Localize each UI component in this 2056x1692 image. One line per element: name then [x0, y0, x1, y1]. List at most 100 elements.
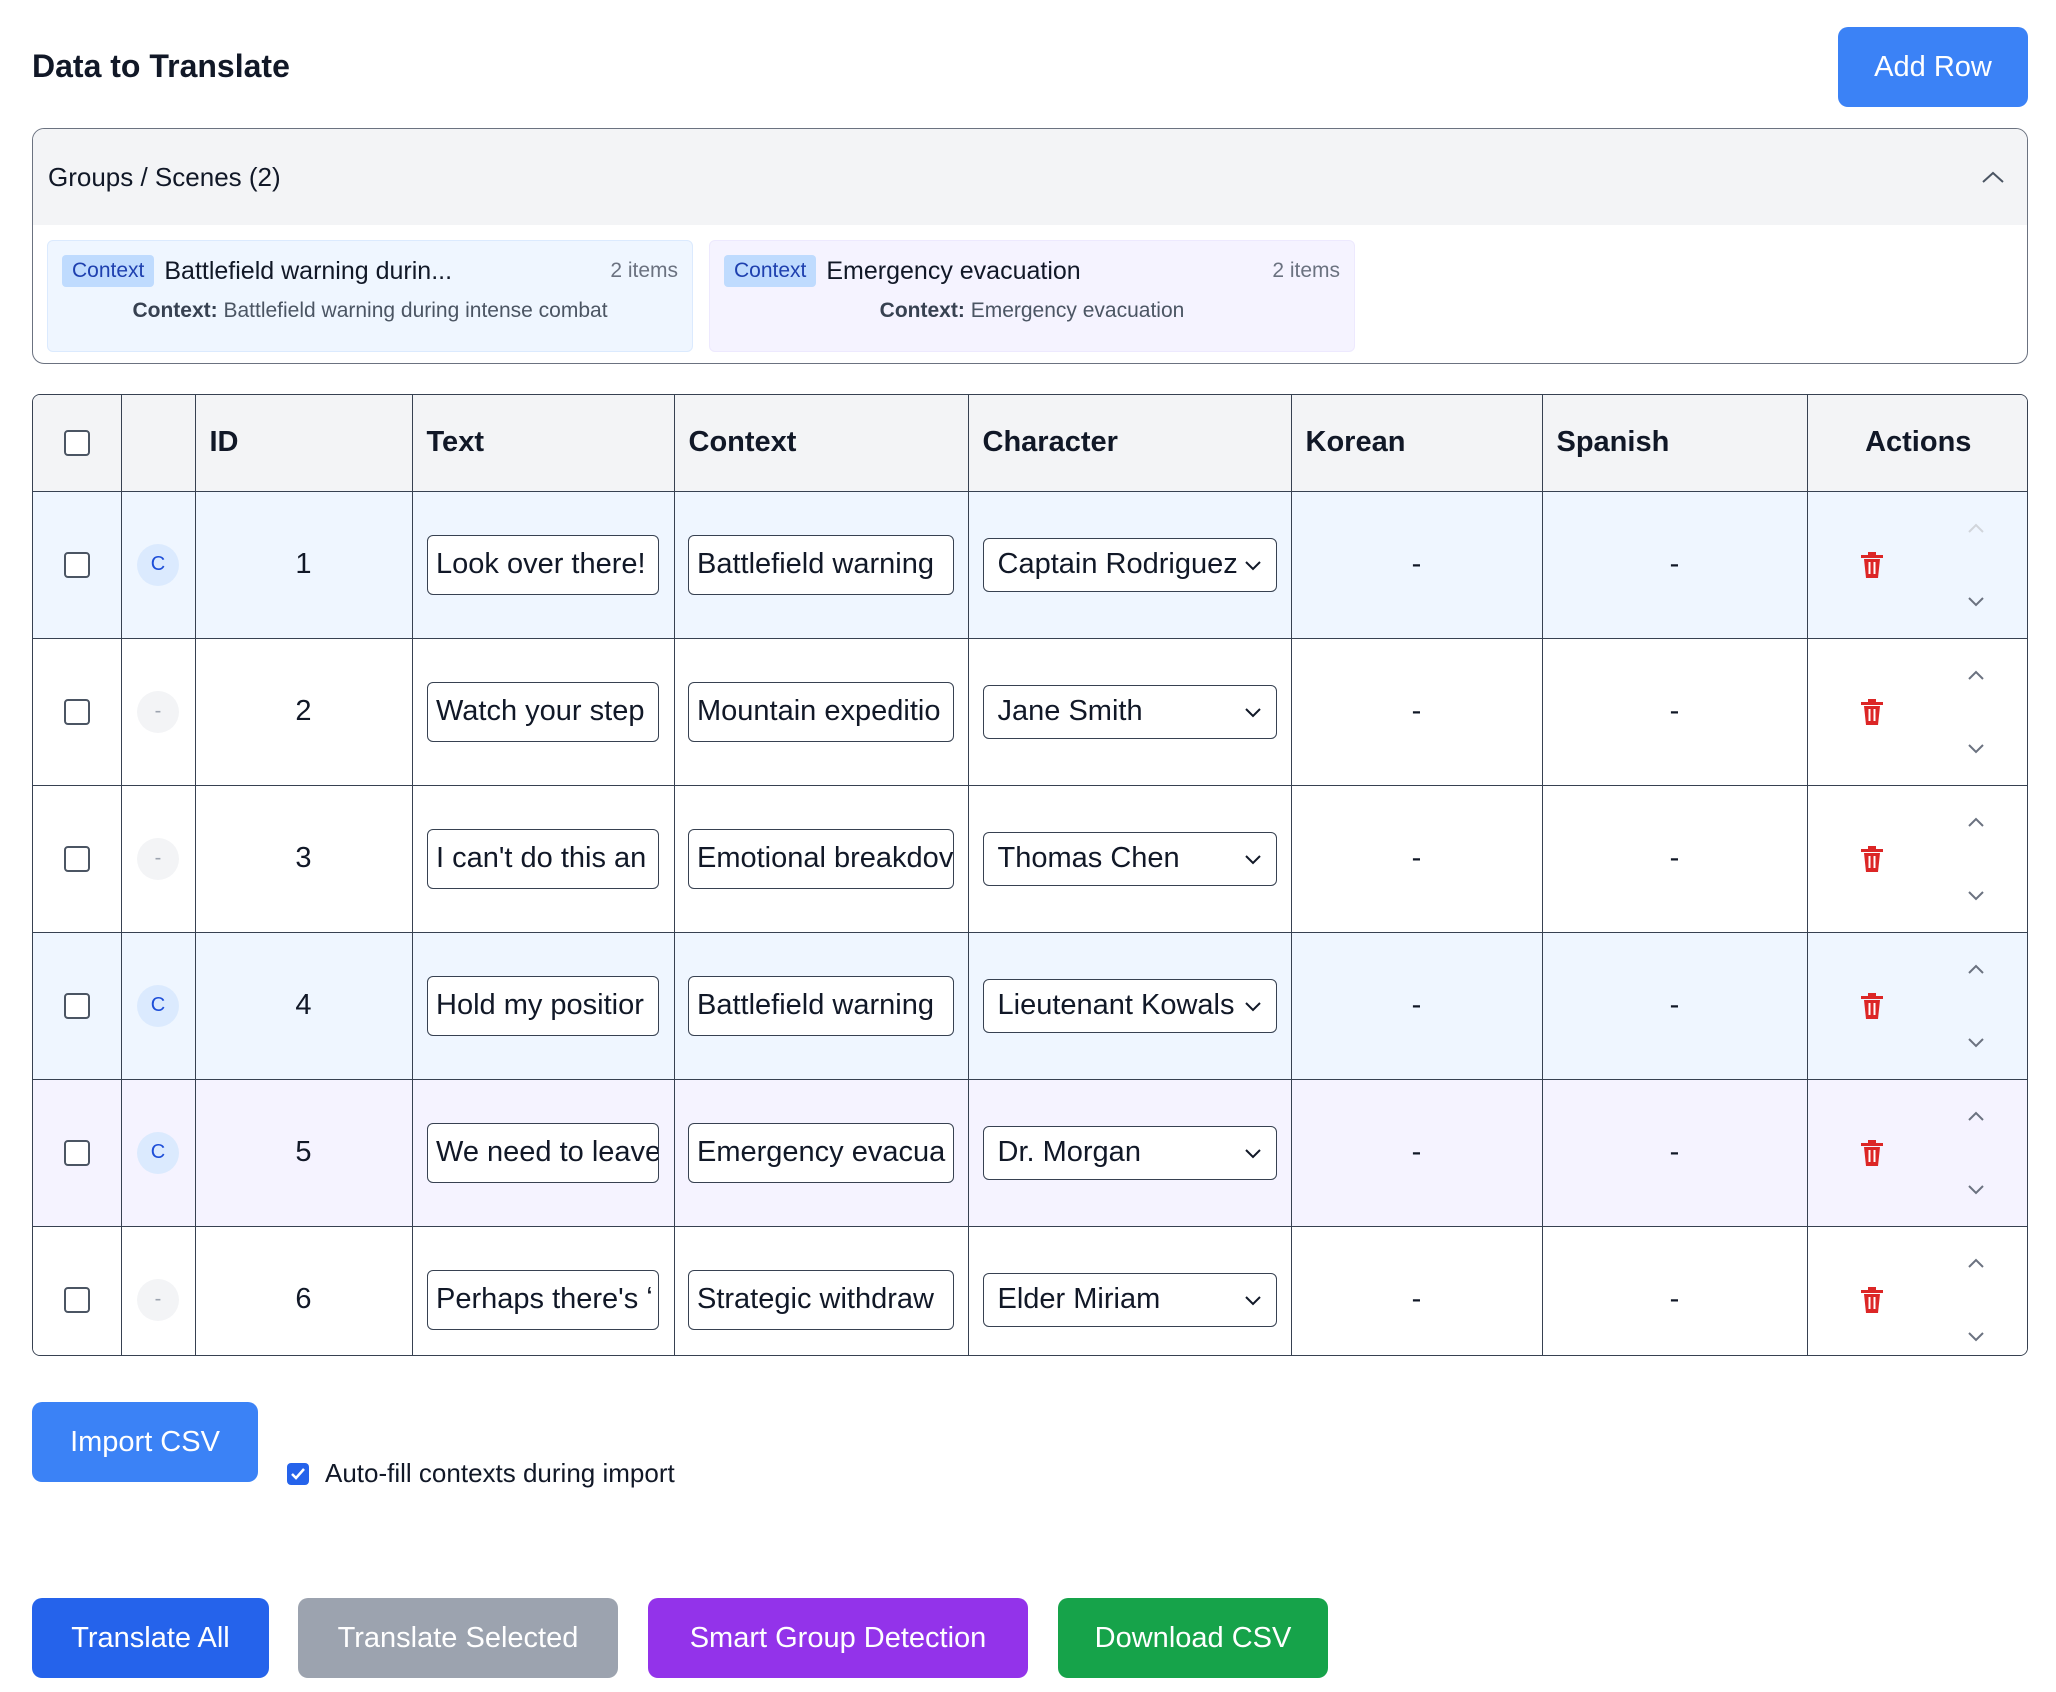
- text-input[interactable]: Hold my positior: [427, 975, 659, 1036]
- row-checkbox[interactable]: [63, 1286, 90, 1313]
- spanish-cell: -: [1542, 1226, 1808, 1355]
- table-row: - 3 I can't do this an Emotional breakdo…: [33, 785, 2027, 933]
- trash-icon[interactable]: [1860, 845, 1884, 873]
- text-input[interactable]: We need to leave: [427, 1122, 659, 1183]
- group-context-label: Context:: [879, 299, 965, 322]
- select-all-checkbox[interactable]: [63, 429, 90, 456]
- character-value: Thomas Chen: [997, 842, 1180, 874]
- move-down-icon[interactable]: [1967, 1331, 1985, 1343]
- move-down-icon[interactable]: [1967, 890, 1985, 902]
- group-context-value: Battlefield warning during intense comba…: [223, 299, 608, 322]
- move-down-icon[interactable]: [1967, 596, 1985, 608]
- move-up-icon[interactable]: [1967, 1257, 1985, 1269]
- group-context-label: Context:: [132, 299, 218, 322]
- chevron-down-icon: [1244, 707, 1261, 717]
- trash-icon[interactable]: [1860, 551, 1884, 579]
- korean-cell: -: [1291, 785, 1543, 933]
- spanish-cell: -: [1542, 932, 1808, 1080]
- row-checkbox[interactable]: [63, 992, 90, 1019]
- move-up-icon[interactable]: [1967, 522, 1985, 534]
- trash-icon[interactable]: [1860, 1139, 1884, 1167]
- context-tag: Context: [62, 255, 155, 287]
- row-id: 6: [195, 1226, 413, 1355]
- trash-icon[interactable]: [1860, 698, 1884, 726]
- header-korean[interactable]: Korean: [1291, 395, 1543, 492]
- korean-cell: -: [1291, 1226, 1543, 1355]
- table-row: - 6 Perhaps there's ʻ Strategic withdraw…: [33, 1226, 2027, 1355]
- row-id: 2: [195, 638, 413, 786]
- row-checkbox[interactable]: [63, 551, 90, 578]
- row-id: 3: [195, 785, 413, 933]
- context-input[interactable]: Battlefield warning: [688, 534, 954, 595]
- chevron-down-icon: [1244, 1296, 1261, 1306]
- character-select[interactable]: Captain Rodriguez: [982, 537, 1277, 592]
- trash-icon[interactable]: [1860, 992, 1884, 1020]
- move-up-icon[interactable]: [1967, 1110, 1985, 1122]
- table-row: C 4 Hold my positior Battlefield warning…: [33, 932, 2027, 1080]
- group-card[interactable]: Context Emergency evacuation 2 items Con…: [709, 240, 1355, 352]
- header-id[interactable]: ID: [195, 395, 413, 492]
- table-row: C 5 We need to leave Emergency evacua Dr…: [33, 1079, 2027, 1227]
- character-value: Lieutenant Kowals: [997, 989, 1235, 1021]
- chevron-up-icon[interactable]: [1973, 157, 2013, 197]
- header-spanish[interactable]: Spanish: [1542, 395, 1808, 492]
- autofill-label: Auto-fill contexts during import: [325, 1458, 675, 1488]
- character-select[interactable]: Thomas Chen: [982, 831, 1277, 886]
- group-name: Emergency evacuation: [826, 256, 1081, 285]
- character-value: Captain Rodriguez: [997, 548, 1238, 580]
- row-checkbox[interactable]: [63, 845, 90, 872]
- text-input[interactable]: Watch your step: [427, 681, 659, 742]
- table-header-row: ID Text Context Character Korean Spanish…: [33, 395, 2027, 492]
- character-select[interactable]: Elder Miriam: [982, 1272, 1277, 1327]
- context-input[interactable]: Emergency evacua: [688, 1122, 954, 1183]
- header-context[interactable]: Context: [674, 395, 969, 492]
- smart-group-detection-button[interactable]: Smart Group Detection: [648, 1598, 1028, 1678]
- group-count: 2 items: [610, 259, 678, 282]
- page-title: Data to Translate: [32, 48, 290, 84]
- character-select[interactable]: Lieutenant Kowals: [982, 978, 1277, 1033]
- group-card[interactable]: Context Battlefield warning durin... 2 i…: [47, 240, 693, 352]
- trash-icon[interactable]: [1860, 1286, 1884, 1314]
- row-checkbox[interactable]: [63, 698, 90, 725]
- move-down-icon[interactable]: [1967, 743, 1985, 755]
- move-down-icon[interactable]: [1967, 1184, 1985, 1196]
- autofill-checkbox[interactable]: [287, 1462, 309, 1485]
- groups-panel: Groups / Scenes (2) Context Battlefield …: [32, 128, 2028, 364]
- text-input[interactable]: Perhaps there's ʻ: [427, 1269, 659, 1330]
- character-select[interactable]: Jane Smith: [982, 684, 1277, 739]
- groups-header[interactable]: Groups / Scenes (2): [33, 129, 2027, 225]
- row-id: 4: [195, 932, 413, 1080]
- autofill-option[interactable]: Auto-fill contexts during import: [287, 1458, 675, 1489]
- download-csv-button[interactable]: Download CSV: [1058, 1598, 1328, 1678]
- import-csv-button[interactable]: Import CSV: [32, 1402, 258, 1482]
- context-input[interactable]: Mountain expeditio: [688, 681, 954, 742]
- groups-heading: Groups / Scenes (2): [48, 161, 281, 192]
- move-up-icon[interactable]: [1967, 816, 1985, 828]
- character-value: Jane Smith: [997, 695, 1143, 727]
- header-badge: [121, 395, 196, 492]
- add-row-button[interactable]: Add Row: [1838, 27, 2028, 107]
- context-input[interactable]: Strategic withdraw: [688, 1269, 954, 1330]
- character-select[interactable]: Dr. Morgan: [982, 1125, 1277, 1180]
- chevron-down-icon: [1244, 1148, 1261, 1158]
- move-down-icon[interactable]: [1967, 1037, 1985, 1049]
- text-input[interactable]: Look over there!: [427, 534, 659, 595]
- spanish-cell: -: [1542, 1079, 1808, 1227]
- row-id: 1: [195, 491, 413, 639]
- translate-selected-button[interactable]: Translate Selected: [298, 1598, 618, 1678]
- translate-all-button[interactable]: Translate All: [32, 1598, 269, 1678]
- move-up-icon[interactable]: [1967, 963, 1985, 975]
- row-checkbox[interactable]: [63, 1139, 90, 1166]
- korean-cell: -: [1291, 932, 1543, 1080]
- table-row: - 2 Watch your step Mountain expeditio J…: [33, 638, 2027, 786]
- header-text[interactable]: Text: [412, 395, 675, 492]
- text-input[interactable]: I can't do this an: [427, 828, 659, 889]
- header-character[interactable]: Character: [968, 395, 1292, 492]
- move-up-icon[interactable]: [1967, 669, 1985, 681]
- context-badge: -: [137, 837, 179, 880]
- context-input[interactable]: Emotional breakdov: [688, 828, 954, 889]
- context-input[interactable]: Battlefield warning: [688, 975, 954, 1036]
- context-badge: C: [137, 1131, 179, 1174]
- context-badge: -: [137, 1278, 179, 1321]
- data-table: ID Text Context Character Korean Spanish…: [32, 394, 2028, 1356]
